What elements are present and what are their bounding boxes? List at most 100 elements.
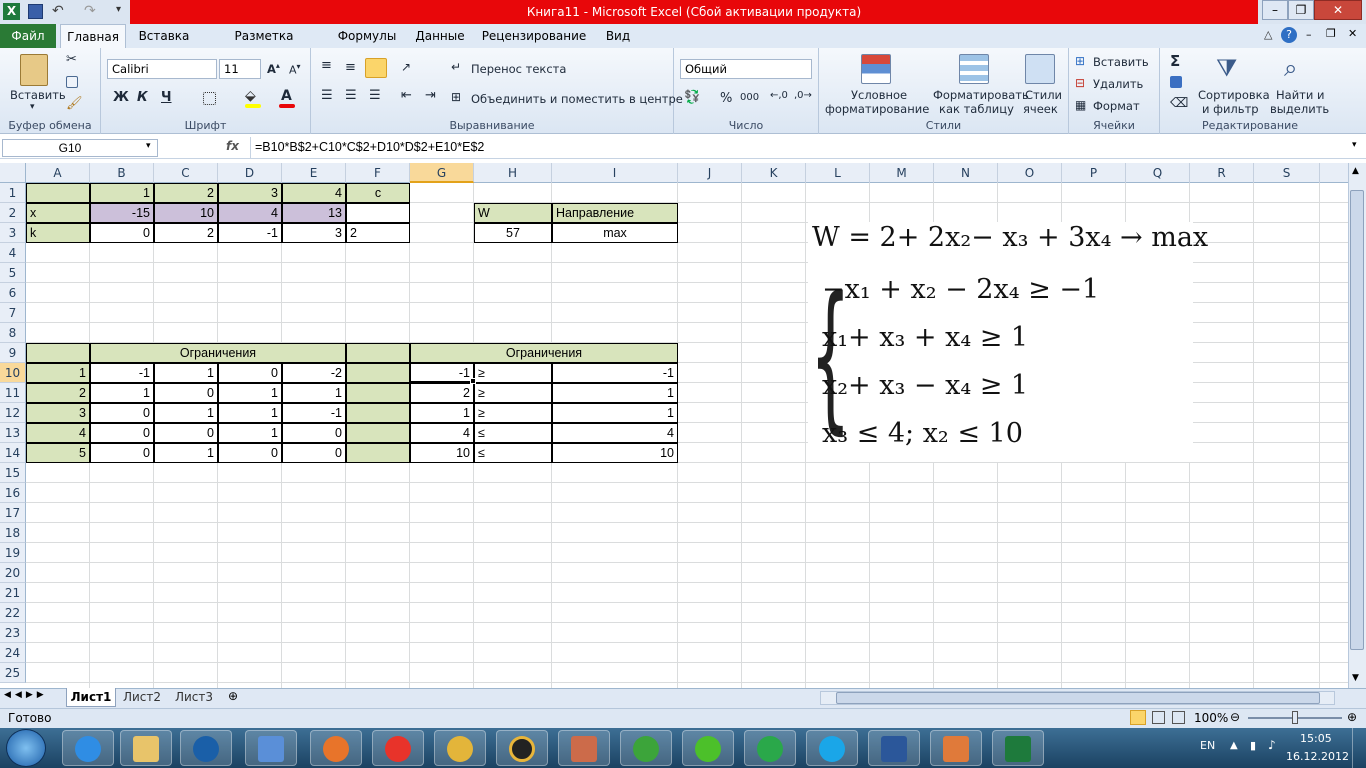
thousands-button[interactable]: 000 (740, 92, 759, 103)
align-bottom-icon[interactable] (365, 58, 387, 78)
column-header-F[interactable]: F (346, 163, 410, 183)
cell-C11[interactable]: 0 (154, 383, 218, 403)
paste-button[interactable]: Вставить (10, 88, 66, 102)
column-header-B[interactable]: B (90, 163, 154, 183)
page-break-view-icon[interactable] (1172, 711, 1185, 724)
sheet-tab-1[interactable]: Лист1 (66, 688, 116, 707)
taskbar-app15[interactable] (930, 730, 982, 766)
cell-E13[interactable]: 0 (282, 423, 346, 443)
zoom-in-icon[interactable]: ⊕ (1347, 710, 1357, 724)
column-header-E[interactable]: E (282, 163, 346, 183)
cell-A10[interactable]: 1 (26, 363, 90, 383)
cell-I3[interactable]: max (552, 223, 678, 243)
start-button[interactable] (6, 729, 46, 767)
cell-E2[interactable]: 13 (282, 203, 346, 223)
format-cells-button[interactable]: Формат (1093, 99, 1140, 113)
workbook-restore-icon[interactable]: ❐ (1326, 27, 1336, 40)
orientation-icon[interactable]: ↗ (401, 60, 411, 74)
select-all-corner[interactable] (0, 163, 26, 183)
delete-cells-icon[interactable]: ⊟ (1075, 76, 1085, 90)
taskbar-firefox[interactable] (310, 730, 362, 766)
bold-button[interactable]: Ж (113, 90, 129, 105)
cell-F9[interactable] (346, 343, 410, 363)
decrease-decimal-icon[interactable]: ,0→ (794, 90, 812, 101)
column-header-R[interactable]: R (1190, 163, 1254, 183)
cell-H11[interactable]: ≥ (474, 383, 552, 403)
row-header-25[interactable]: 25 (0, 663, 26, 683)
cell-A12[interactable]: 3 (26, 403, 90, 423)
column-header-A[interactable]: A (26, 163, 90, 183)
cell-C14[interactable]: 1 (154, 443, 218, 463)
format-as-table-icon[interactable] (959, 54, 989, 84)
font-size-select[interactable]: 11 (219, 59, 261, 79)
cell-G12[interactable]: 1 (410, 403, 474, 423)
row-header-17[interactable]: 17 (0, 503, 26, 523)
row-header-5[interactable]: 5 (0, 263, 26, 283)
paste-dropdown-icon[interactable]: ▾ (30, 102, 35, 112)
row-header-11[interactable]: 11 (0, 383, 26, 403)
sheet-tab-3[interactable]: Лист3 (172, 690, 216, 704)
row-header-10[interactable]: 10 (0, 363, 26, 383)
row-header-19[interactable]: 19 (0, 543, 26, 563)
column-header-G[interactable]: G (410, 163, 474, 183)
cell-I12[interactable]: 1 (552, 403, 678, 423)
find-select-button-2[interactable]: выделить (1270, 102, 1329, 116)
row-header-20[interactable]: 20 (0, 563, 26, 583)
row-header-23[interactable]: 23 (0, 623, 26, 643)
taskbar-utorrent[interactable] (620, 730, 672, 766)
increase-decimal-icon[interactable]: ←,0 (770, 90, 788, 101)
taskbar-icq[interactable] (682, 730, 734, 766)
cell-D2[interactable]: 4 (218, 203, 282, 223)
cell-E11[interactable]: 1 (282, 383, 346, 403)
insert-cells-icon[interactable]: ⊞ (1075, 54, 1085, 68)
zoom-level[interactable]: 100% (1194, 711, 1228, 725)
zoom-out-icon[interactable]: ⊖ (1230, 710, 1240, 724)
tab-data[interactable]: Данные (408, 24, 472, 48)
cell-C10[interactable]: 1 (154, 363, 218, 383)
currency-icon[interactable]: 💱 (684, 90, 700, 105)
cell-C12[interactable]: 1 (154, 403, 218, 423)
row-header-18[interactable]: 18 (0, 523, 26, 543)
volume-icon[interactable]: ♪ (1268, 738, 1276, 752)
cell-A14[interactable]: 5 (26, 443, 90, 463)
page-layout-view-icon[interactable] (1152, 711, 1165, 724)
scroll-thumb[interactable] (1350, 190, 1364, 650)
wrap-text-button[interactable]: Перенос текста (471, 62, 566, 76)
sheet-nav-icons[interactable]: ◀◀▶▶ (4, 690, 48, 700)
excel-app-icon[interactable]: X (3, 3, 20, 20)
formula-input[interactable]: =B10*B$2+C10*C$2+D10*D$2+E10*E$2 (250, 137, 1350, 158)
cell-D1[interactable]: 3 (218, 183, 282, 203)
sort-filter-button[interactable]: Сортировка (1198, 88, 1270, 102)
cell-D12[interactable]: 1 (218, 403, 282, 423)
cell-B2[interactable]: -15 (90, 203, 154, 223)
cell-A3[interactable]: k (26, 223, 90, 243)
taskbar-player[interactable] (496, 730, 548, 766)
cell-B9[interactable]: Ограничения (90, 343, 346, 363)
cell-C3[interactable]: 2 (154, 223, 218, 243)
conditional-format-icon[interactable] (861, 54, 891, 84)
row-header-21[interactable]: 21 (0, 583, 26, 603)
shrink-font-icon[interactable]: A▾ (289, 62, 301, 77)
tab-formulas[interactable]: Формулы (332, 24, 402, 48)
close-window-button[interactable]: ✕ (1314, 0, 1362, 20)
autosum-button[interactable]: Σ (1170, 52, 1180, 70)
cell-H14[interactable]: ≤ (474, 443, 552, 463)
taskbar-ie[interactable] (62, 730, 114, 766)
column-header-O[interactable]: O (998, 163, 1062, 183)
scroll-up-icon[interactable]: ▲ (1352, 166, 1359, 176)
paste-icon[interactable] (20, 54, 48, 86)
workbook-close-icon[interactable]: ✕ (1348, 27, 1357, 40)
font-color-icon[interactable]: A (281, 88, 292, 104)
row-header-22[interactable]: 22 (0, 603, 26, 623)
align-middle-icon[interactable]: ≡ (345, 60, 356, 75)
cell-G13[interactable]: 4 (410, 423, 474, 443)
cell-F11[interactable] (346, 383, 410, 403)
cell-E1[interactable]: 4 (282, 183, 346, 203)
taskbar-mailagent[interactable] (744, 730, 796, 766)
cell-H2[interactable]: W (474, 203, 552, 223)
cell-F13[interactable] (346, 423, 410, 443)
tab-page-layout[interactable]: Разметка страницы (202, 24, 326, 67)
cell-G14[interactable]: 10 (410, 443, 474, 463)
cell-I11[interactable]: 1 (552, 383, 678, 403)
taskbar-hp[interactable] (180, 730, 232, 766)
